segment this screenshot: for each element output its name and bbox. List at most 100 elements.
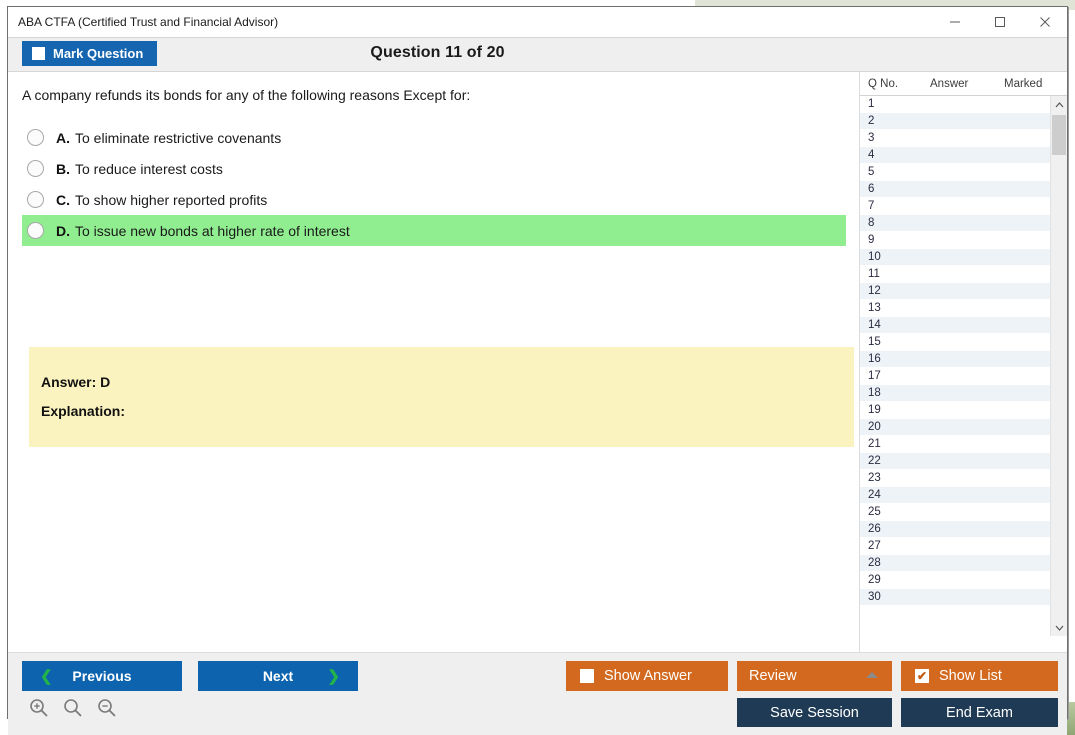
table-row[interactable]: 3 <box>860 130 1050 147</box>
cell-qno: 15 <box>868 336 881 348</box>
question-list-rows: 1 2 3 4 5 6 7 8 9 10 11 12 13 14 15 16 17 18 19 20 21 22 23 24 2… <box>860 96 1050 606</box>
table-row[interactable]: 17 <box>860 368 1050 385</box>
maximize-icon[interactable] <box>977 7 1022 37</box>
table-row[interactable]: 7 <box>860 198 1050 215</box>
cell-qno: 26 <box>868 523 881 535</box>
cell-qno: 14 <box>868 319 881 331</box>
table-row[interactable]: 15 <box>860 334 1050 351</box>
explanation-label: Explanation: <box>41 403 126 419</box>
show-answer-button[interactable]: Show Answer <box>566 661 728 691</box>
previous-button[interactable]: ❮ Previous <box>22 661 182 691</box>
answer-option-b[interactable]: B. To reduce interest costs <box>22 153 846 184</box>
chevron-up-icon <box>866 672 878 678</box>
question-list-panel: Q No. Answer Marked 1 2 3 4 5 6 7 8 9 10 11 12 13 14 1… <box>859 72 1067 652</box>
close-icon[interactable] <box>1022 7 1067 37</box>
next-button[interactable]: Next ❯ <box>198 661 358 691</box>
answer-explanation-panel: Answer: D Explanation: <box>29 347 854 447</box>
zoom-controls <box>28 697 118 719</box>
radio-button-icon[interactable] <box>27 222 44 239</box>
cell-qno: 11 <box>868 268 880 280</box>
cell-qno: 1 <box>868 98 875 110</box>
answer-value: Answer: D <box>41 374 111 390</box>
checkmark-icon: ✔ <box>916 669 928 683</box>
table-row[interactable]: 10 <box>860 249 1050 266</box>
table-row[interactable]: 29 <box>860 572 1050 589</box>
scroll-down-icon[interactable] <box>1051 619 1067 636</box>
review-label: Review <box>749 668 797 684</box>
table-row[interactable]: 30 <box>860 589 1050 606</box>
table-row[interactable]: 22 <box>860 453 1050 470</box>
table-row[interactable]: 18 <box>860 385 1050 402</box>
table-row[interactable]: 13 <box>860 300 1050 317</box>
table-row[interactable]: 28 <box>860 555 1050 572</box>
answer-option-c[interactable]: C. To show higher reported profits <box>22 184 846 215</box>
minimize-icon[interactable] <box>932 7 977 37</box>
zoom-reset-icon[interactable] <box>62 697 84 719</box>
table-row[interactable]: 25 <box>860 504 1050 521</box>
cell-qno: 27 <box>868 540 881 552</box>
show-list-label: Show List <box>939 668 1002 684</box>
option-text: To reduce interest costs <box>75 160 223 177</box>
footer-toolbar: ❮ Previous Next ❯ Show Answer Review ✔ S… <box>8 652 1067 735</box>
cell-qno: 23 <box>868 472 881 484</box>
question-list-scrollbar[interactable] <box>1050 96 1067 636</box>
cell-qno: 22 <box>868 455 881 467</box>
option-letter: D. <box>56 222 70 239</box>
end-exam-button[interactable]: End Exam <box>901 698 1058 727</box>
table-row[interactable]: 16 <box>860 351 1050 368</box>
chevron-right-icon: ❯ <box>327 667 340 685</box>
table-row[interactable]: 23 <box>860 470 1050 487</box>
show-answer-checkbox-icon[interactable] <box>580 669 594 683</box>
question-list-header: Q No. Answer Marked <box>860 72 1067 96</box>
window-controls <box>932 7 1067 37</box>
radio-button-icon[interactable] <box>27 191 44 208</box>
table-row[interactable]: 24 <box>860 487 1050 504</box>
table-row[interactable]: 9 <box>860 232 1050 249</box>
table-row[interactable]: 21 <box>860 436 1050 453</box>
table-row[interactable]: 2 <box>860 113 1050 130</box>
table-row[interactable]: 19 <box>860 402 1050 419</box>
table-row[interactable]: 4 <box>860 147 1050 164</box>
column-header-qno: Q No. <box>868 77 899 90</box>
cell-qno: 12 <box>868 285 881 297</box>
answer-option-d[interactable]: D. To issue new bonds at higher rate of i… <box>22 215 846 246</box>
table-row[interactable]: 12 <box>860 283 1050 300</box>
show-list-button[interactable]: ✔ Show List <box>901 661 1058 691</box>
table-row[interactable]: 5 <box>860 164 1050 181</box>
radio-button-icon[interactable] <box>27 160 44 177</box>
table-row[interactable]: 11 <box>860 266 1050 283</box>
answer-option-a[interactable]: A. To eliminate restrictive covenants <box>22 122 846 153</box>
table-row[interactable]: 14 <box>860 317 1050 334</box>
cell-qno: 10 <box>868 251 881 263</box>
cell-qno: 5 <box>868 166 875 178</box>
option-letter: B. <box>56 160 70 177</box>
table-row[interactable]: 26 <box>860 521 1050 538</box>
zoom-in-icon[interactable] <box>28 697 50 719</box>
column-header-answer: Answer <box>930 77 969 90</box>
cell-qno: 9 <box>868 234 875 246</box>
question-stem: A company refunds its bonds for any of t… <box>22 87 471 103</box>
scroll-up-icon[interactable] <box>1051 96 1067 113</box>
table-row[interactable]: 20 <box>860 419 1050 436</box>
review-dropdown-button[interactable]: Review <box>737 661 892 691</box>
table-row[interactable]: 27 <box>860 538 1050 555</box>
next-button-label: Next <box>262 668 294 684</box>
exam-header: Mark Question Question 11 of 20 <box>8 37 1067 72</box>
save-session-button[interactable]: Save Session <box>737 698 892 727</box>
cell-qno: 2 <box>868 115 875 127</box>
exam-window: ABA CTFA (Certified Trust and Financial … <box>7 6 1068 735</box>
zoom-out-icon[interactable] <box>96 697 118 719</box>
cell-qno: 25 <box>868 506 881 518</box>
cell-qno: 7 <box>868 200 875 212</box>
table-row[interactable]: 6 <box>860 181 1050 198</box>
cell-qno: 16 <box>868 353 881 365</box>
radio-button-icon[interactable] <box>27 129 44 146</box>
cell-qno: 24 <box>868 489 881 501</box>
table-row[interactable]: 1 <box>860 96 1050 113</box>
table-row[interactable]: 8 <box>860 215 1050 232</box>
scrollbar-thumb[interactable] <box>1052 115 1066 155</box>
answer-options-list: A. To eliminate restrictive covenants B. To… <box>22 122 846 246</box>
cell-qno: 30 <box>868 591 881 603</box>
cell-qno: 28 <box>868 557 881 569</box>
show-list-checkbox-icon[interactable]: ✔ <box>915 669 929 683</box>
